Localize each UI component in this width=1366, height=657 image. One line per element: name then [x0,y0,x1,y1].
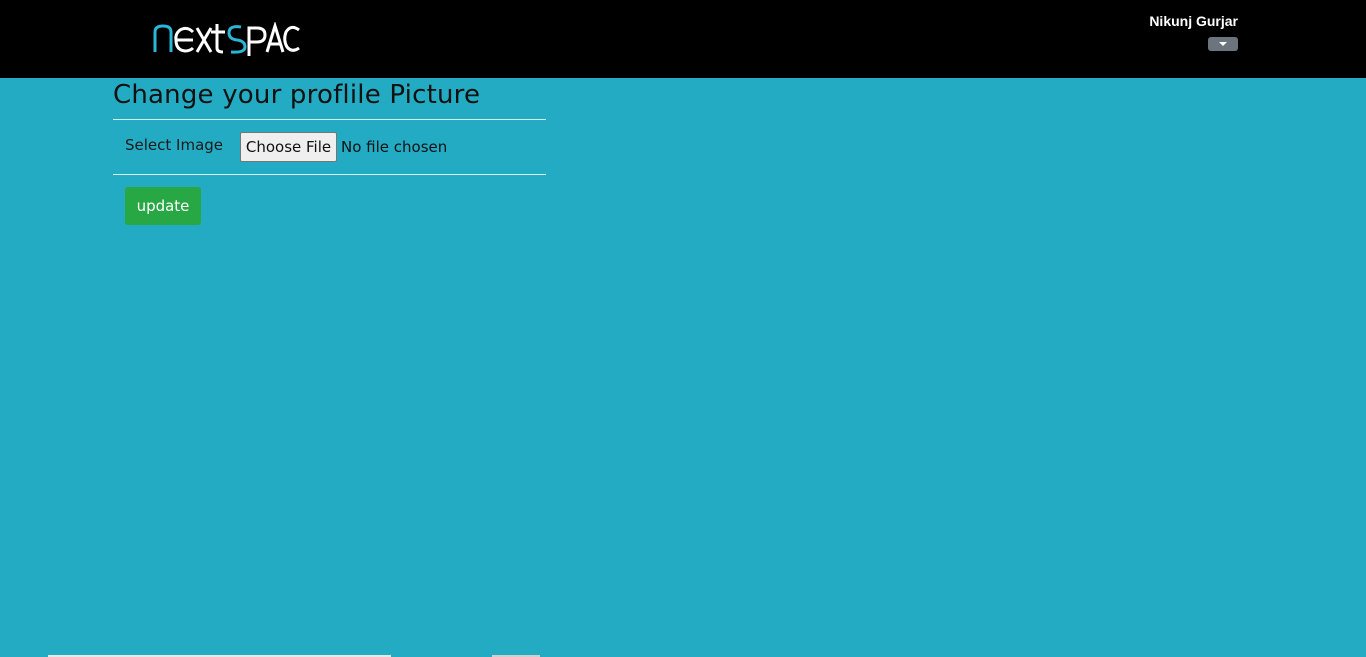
top-navbar: Nikunj Gurjar [0,0,1366,78]
page-title: Change your proflile Picture [113,80,481,110]
nextspace-logo[interactable] [153,22,303,56]
divider-bottom [113,174,546,175]
choose-file-button[interactable]: Choose File [240,132,337,162]
file-status-text: No file chosen [341,138,448,156]
user-menu-dropdown-button[interactable] [1208,37,1238,51]
caret-down-icon [1219,42,1227,46]
user-name[interactable]: Nikunj Gurjar [1130,13,1238,29]
update-button[interactable]: update [125,187,201,225]
select-image-label: Select Image [125,136,224,154]
divider-top [113,119,546,120]
